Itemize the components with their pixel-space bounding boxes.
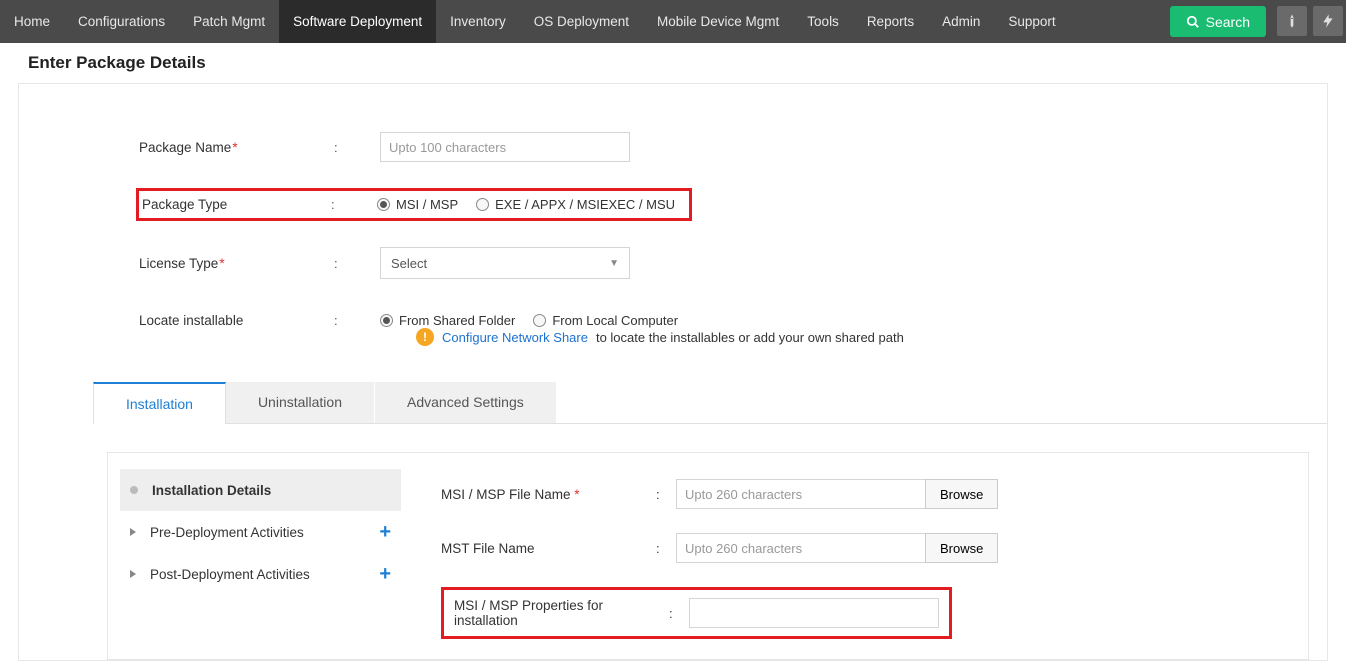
configure-network-share-link[interactable]: Configure Network Share — [442, 330, 588, 345]
nav-tools[interactable]: Tools — [793, 0, 853, 43]
package-type-msi-radio[interactable]: MSI / MSP — [377, 197, 458, 212]
mst-file-input[interactable] — [676, 533, 926, 563]
rocket-icon — [1284, 13, 1300, 29]
tab-advanced-settings[interactable]: Advanced Settings — [375, 382, 557, 423]
page-title: Enter Package Details — [0, 43, 1346, 83]
nav-patch-mgmt[interactable]: Patch Mgmt — [179, 0, 279, 43]
radio-label: From Shared Folder — [399, 313, 515, 328]
nav-configurations[interactable]: Configurations — [64, 0, 179, 43]
bullet-icon — [130, 486, 138, 494]
search-icon — [1186, 15, 1200, 29]
bolt-icon-button[interactable] — [1313, 6, 1343, 36]
triangle-right-icon — [130, 528, 136, 536]
nav-reports[interactable]: Reports — [853, 0, 928, 43]
msi-browse-button[interactable]: Browse — [925, 479, 998, 509]
triangle-right-icon — [130, 570, 136, 578]
tabs: Installation Uninstallation Advanced Set… — [93, 382, 1327, 424]
plus-icon[interactable]: + — [379, 563, 391, 586]
package-type-label: Package Type — [136, 197, 331, 212]
radio-icon — [533, 314, 546, 327]
license-type-label: License Type* — [139, 256, 334, 271]
radio-icon — [377, 198, 390, 211]
msi-properties-highlight: MSI / MSP Properties for installation : — [441, 587, 952, 639]
locate-local-radio[interactable]: From Local Computer — [533, 313, 678, 328]
sidebar-item-installation-details[interactable]: Installation Details — [120, 469, 401, 511]
msi-file-label: MSI / MSP File Name * — [441, 487, 656, 502]
main-panel: Package Name* : Package Type : MSI / MSP… — [18, 83, 1328, 661]
msi-file-input[interactable] — [676, 479, 926, 509]
top-nav: Home Configurations Patch Mgmt Software … — [0, 0, 1346, 43]
license-type-select[interactable]: Select ▼ — [380, 247, 630, 279]
search-label: Search — [1206, 14, 1250, 30]
sidebar-item-label: Installation Details — [152, 483, 391, 498]
package-type-exe-radio[interactable]: EXE / APPX / MSIEXEC / MSU — [476, 197, 675, 212]
package-name-label: Package Name* — [139, 140, 334, 155]
chevron-down-icon: ▼ — [609, 258, 619, 269]
msi-properties-input[interactable] — [689, 598, 939, 628]
plus-icon[interactable]: + — [379, 521, 391, 544]
radio-label: From Local Computer — [552, 313, 678, 328]
nav-inventory[interactable]: Inventory — [436, 0, 520, 43]
search-button[interactable]: Search — [1170, 6, 1266, 37]
installation-details-area: MSI / MSP File Name * : Browse MST File … — [413, 453, 1308, 659]
package-name-input[interactable] — [380, 132, 630, 162]
tab-installation[interactable]: Installation — [93, 382, 226, 424]
locate-shared-radio[interactable]: From Shared Folder — [380, 313, 515, 328]
radio-label: MSI / MSP — [396, 197, 458, 212]
mst-browse-button[interactable]: Browse — [925, 533, 998, 563]
nav-mobile-device-mgmt[interactable]: Mobile Device Mgmt — [643, 0, 793, 43]
nav-admin[interactable]: Admin — [928, 0, 994, 43]
sidebar-item-pre-deployment[interactable]: Pre-Deployment Activities + — [120, 511, 401, 553]
nav-home[interactable]: Home — [0, 0, 64, 43]
sidebar-item-post-deployment[interactable]: Post-Deployment Activities + — [120, 553, 401, 595]
install-sidebar: Installation Details Pre-Deployment Acti… — [108, 453, 413, 659]
tab-uninstallation[interactable]: Uninstallation — [226, 382, 375, 423]
msi-properties-label: MSI / MSP Properties for installation — [454, 598, 669, 628]
nav-software-deployment[interactable]: Software Deployment — [279, 0, 436, 43]
warning-icon: ! — [416, 328, 434, 346]
bolt-icon — [1320, 13, 1336, 29]
nav-support[interactable]: Support — [994, 0, 1069, 43]
radio-icon — [476, 198, 489, 211]
sidebar-item-label: Post-Deployment Activities — [150, 567, 379, 582]
package-type-highlight: Package Type : MSI / MSP EXE / APPX / MS… — [136, 188, 692, 221]
sidebar-item-label: Pre-Deployment Activities — [150, 525, 379, 540]
rocket-icon-button[interactable] — [1277, 6, 1307, 36]
tab-body: Installation Details Pre-Deployment Acti… — [107, 452, 1309, 660]
radio-icon — [380, 314, 393, 327]
info-text: to locate the installables or add your o… — [596, 330, 904, 345]
select-placeholder: Select — [391, 256, 427, 271]
mst-file-label: MST File Name — [441, 541, 656, 556]
nav-os-deployment[interactable]: OS Deployment — [520, 0, 643, 43]
locate-installable-label: Locate installable — [139, 313, 334, 328]
radio-label: EXE / APPX / MSIEXEC / MSU — [495, 197, 675, 212]
